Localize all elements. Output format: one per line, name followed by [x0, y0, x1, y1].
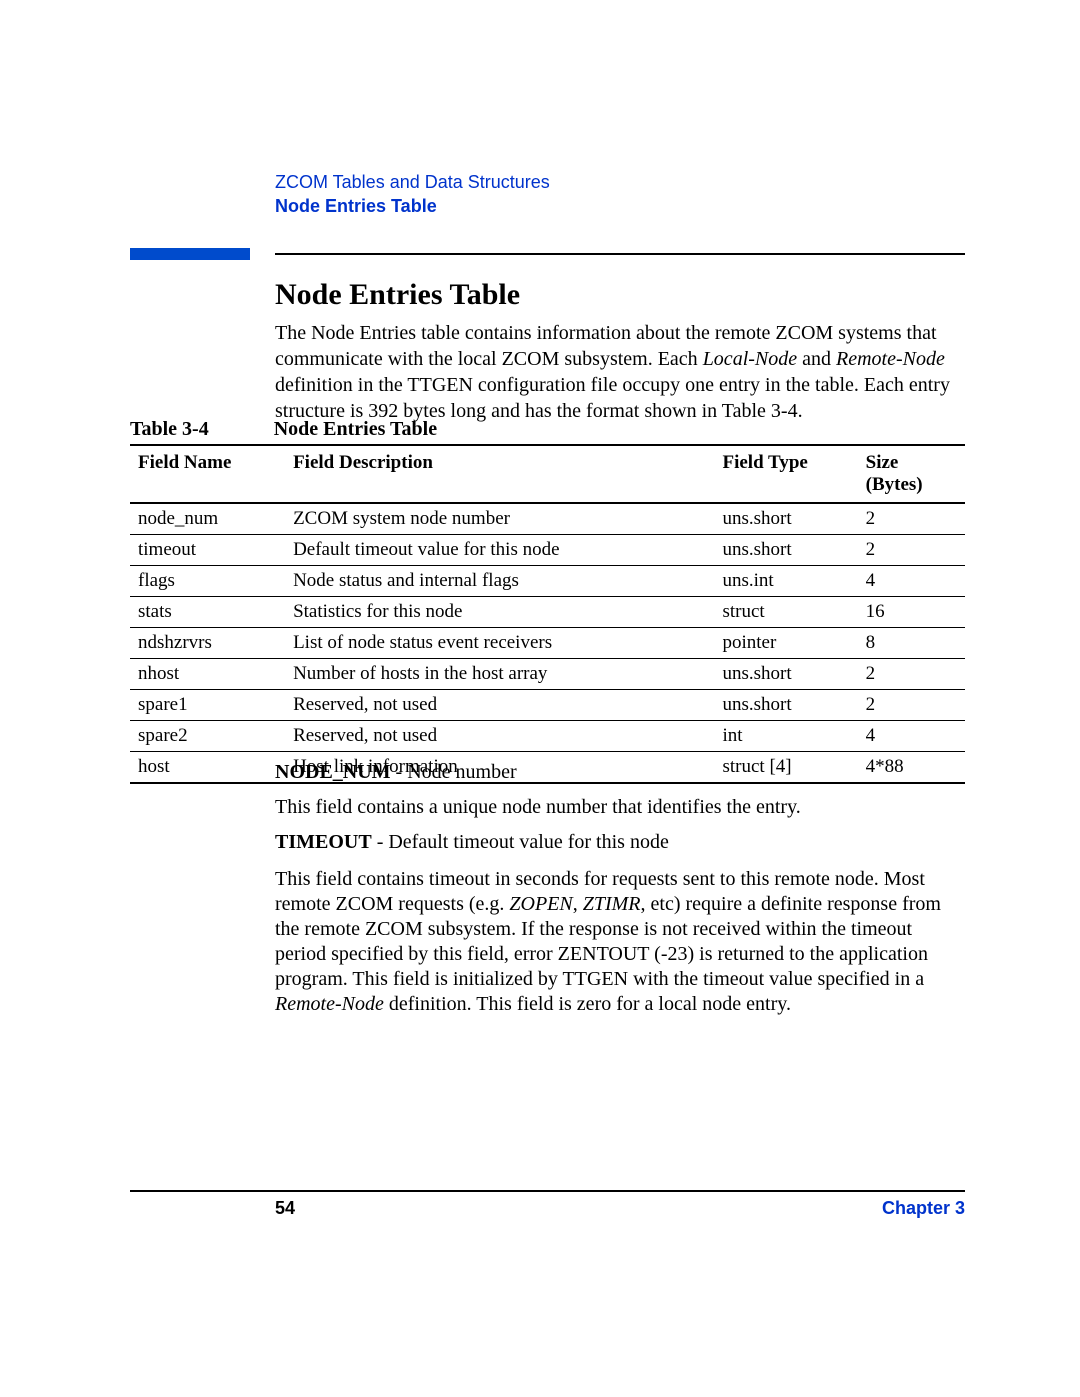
chapter-link[interactable]: Chapter 3: [882, 1198, 965, 1219]
intro-italic-local-node: Local-Node: [703, 348, 797, 370]
field-def-node-num-body: This field contains a unique node number…: [275, 795, 965, 820]
page-title: Node Entries Table: [275, 278, 965, 312]
field-def-label: TIMEOUT: [275, 831, 372, 853]
table-row: spare1 Reserved, not used uns.short 2: [130, 690, 965, 721]
table-body: node_num ZCOM system node number uns.sho…: [130, 503, 965, 783]
intro-paragraph: The Node Entries table contains informat…: [275, 320, 965, 424]
cell-type: struct: [714, 597, 857, 628]
col-field-type: Field Type: [714, 445, 857, 503]
table-row: stats Statistics for this node struct 16: [130, 597, 965, 628]
cell-size: 2: [858, 503, 965, 535]
cell-name: flags: [130, 566, 285, 597]
page-footer: 54 Chapter 3: [130, 1198, 965, 1228]
cell-type: uns.short: [714, 535, 857, 566]
table-caption: Node Entries Table: [274, 418, 437, 441]
cell-name: ndshzrvrs: [130, 628, 285, 659]
cell-name: timeout: [130, 535, 285, 566]
col-field-size: Size (Bytes): [858, 445, 965, 503]
cell-type: int: [714, 721, 857, 752]
table-row: spare2 Reserved, not used int 4: [130, 721, 965, 752]
cell-size: 4: [858, 566, 965, 597]
page-number: 54: [275, 1198, 295, 1219]
cell-type: uns.short: [714, 503, 857, 535]
italic-remote-node: Remote-Node: [275, 993, 384, 1015]
cell-desc: ZCOM system node number: [285, 503, 714, 535]
table-row: ndshzrvrs List of node status event rece…: [130, 628, 965, 659]
cell-name: nhost: [130, 659, 285, 690]
cell-desc: List of node status event receivers: [285, 628, 714, 659]
cell-size: 2: [858, 535, 965, 566]
table-row: flags Node status and internal flags uns…: [130, 566, 965, 597]
cell-desc: Reserved, not used: [285, 721, 714, 752]
field-def-timeout-head: TIMEOUT - Default timeout value for this…: [275, 830, 965, 855]
table-row: nhost Number of hosts in the host array …: [130, 659, 965, 690]
table-row: node_num ZCOM system node number uns.sho…: [130, 503, 965, 535]
page-header: ZCOM Tables and Data Structures Node Ent…: [275, 170, 965, 219]
text: definition. This field is zero for a loc…: [384, 993, 791, 1015]
intro-text: definition in the TTGEN configuration fi…: [275, 374, 950, 422]
cell-desc: Statistics for this node: [285, 597, 714, 628]
cell-name: host: [130, 752, 285, 784]
cell-size: 8: [858, 628, 965, 659]
cell-type: uns.short: [714, 690, 857, 721]
cell-name: stats: [130, 597, 285, 628]
cell-size: 2: [858, 690, 965, 721]
table-header: Field Name Field Description Field Type …: [130, 445, 965, 503]
breadcrumb: ZCOM Tables and Data Structures: [275, 170, 965, 194]
accent-bar: [130, 248, 250, 260]
rule-top: [275, 253, 965, 255]
cell-type: pointer: [714, 628, 857, 659]
table-number: Table 3-4: [130, 418, 209, 441]
text: ,: [573, 893, 583, 915]
italic-zopen: ZOPEN: [509, 893, 572, 915]
col-field-desc: Field Description: [285, 445, 714, 503]
cell-name: spare2: [130, 721, 285, 752]
node-entries-table: Field Name Field Description Field Type …: [130, 444, 965, 784]
cell-desc: Reserved, not used: [285, 690, 714, 721]
cell-size: 4: [858, 721, 965, 752]
intro-text: and: [797, 348, 836, 370]
field-def-label: NODE_NUM: [275, 761, 391, 783]
field-def-node-num-head: NODE_NUM - Node number: [275, 760, 965, 785]
table-caption-row: Table 3-4 Node Entries Table: [130, 418, 965, 441]
section-crumb: Node Entries Table: [275, 194, 965, 218]
cell-name: node_num: [130, 503, 285, 535]
table-header-row: Field Name Field Description Field Type …: [130, 445, 965, 503]
italic-ztimr: ZTIMR: [583, 893, 641, 915]
field-def-timeout-body: This field contains timeout in seconds f…: [275, 867, 965, 1017]
cell-type: uns.short: [714, 659, 857, 690]
document-page: ZCOM Tables and Data Structures Node Ent…: [0, 0, 1080, 1397]
field-def-dash: - Node number: [391, 761, 517, 783]
intro-italic-remote-node: Remote-Node: [836, 348, 945, 370]
cell-size: 2: [858, 659, 965, 690]
cell-size: 16: [858, 597, 965, 628]
col-field-name: Field Name: [130, 445, 285, 503]
cell-type: uns.int: [714, 566, 857, 597]
cell-name: spare1: [130, 690, 285, 721]
field-def-dash: - Default timeout value for this node: [372, 831, 669, 853]
cell-desc: Default timeout value for this node: [285, 535, 714, 566]
rule-bottom: [130, 1190, 965, 1192]
content-area: Node Entries Table The Node Entries tabl…: [275, 264, 965, 436]
table-row: timeout Default timeout value for this n…: [130, 535, 965, 566]
cell-desc: Number of hosts in the host array: [285, 659, 714, 690]
cell-desc: Node status and internal flags: [285, 566, 714, 597]
